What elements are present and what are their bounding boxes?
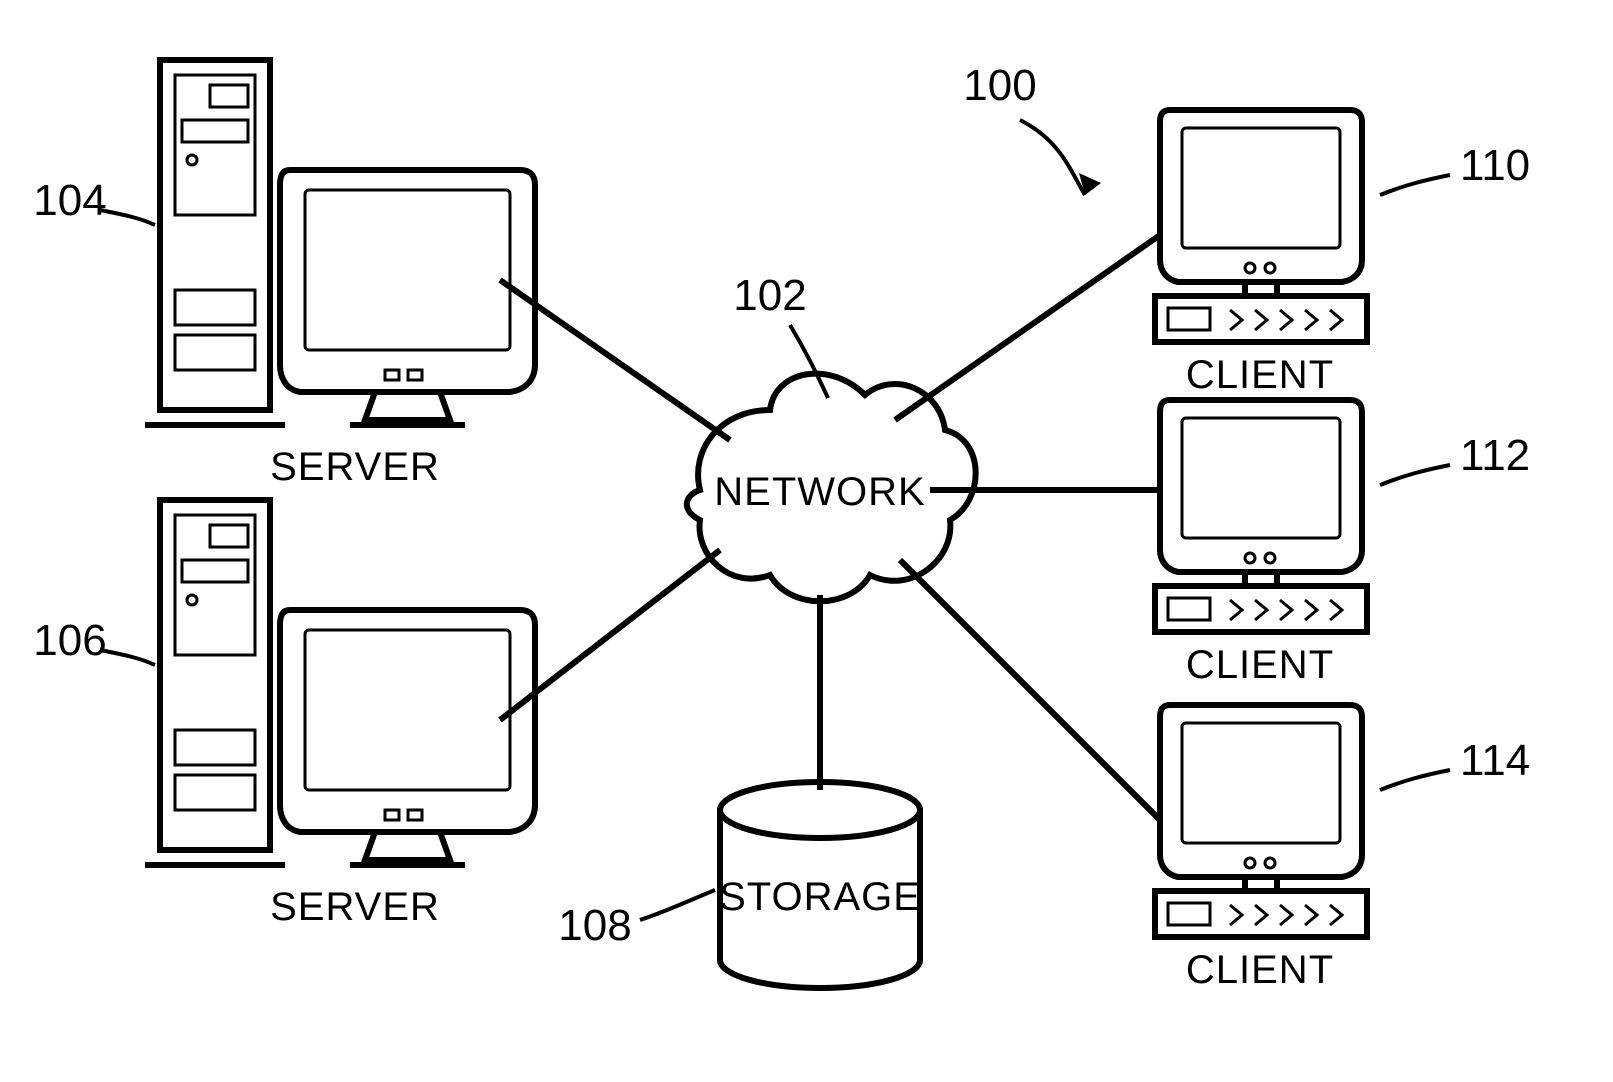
client-2-ref: 112 [1380, 431, 1530, 485]
network-label: NETWORK [714, 470, 925, 514]
client-icon [1155, 705, 1367, 937]
client-node-3: CLIENT [1155, 705, 1367, 992]
client-node-2: CLIENT [1155, 400, 1367, 687]
server-icon [145, 60, 535, 425]
client-3-label: CLIENT [1186, 948, 1334, 992]
svg-text:104: 104 [33, 176, 106, 225]
storage-label: STORAGE [719, 875, 921, 919]
svg-text:114: 114 [1460, 736, 1530, 785]
connections [500, 235, 1160, 820]
server-1-ref: 104 [33, 176, 155, 225]
network-diagram: 100 NETWORK 102 STORAGE 108 [0, 0, 1613, 1082]
client-node-1: CLIENT [1155, 110, 1367, 397]
ref-system: 100 [963, 61, 1101, 195]
storage-node: STORAGE 108 [558, 782, 921, 988]
server-2-label: SERVER [270, 885, 440, 929]
server-node-1: SERVER [145, 60, 535, 489]
network-node: NETWORK 102 [687, 271, 976, 601]
network-ref: 102 [733, 271, 806, 320]
client-3-ref: 114 [1380, 736, 1530, 790]
client-1-ref: 110 [1380, 141, 1530, 195]
client-2-label: CLIENT [1186, 643, 1334, 687]
server-node-2: SERVER [145, 500, 535, 929]
client-1-label: CLIENT [1186, 353, 1334, 397]
server-icon [145, 500, 535, 865]
server-1-label: SERVER [270, 445, 440, 489]
svg-text:112: 112 [1460, 431, 1530, 480]
svg-text:110: 110 [1460, 141, 1530, 190]
storage-ref: 108 [558, 901, 631, 950]
client-icon [1155, 110, 1367, 342]
ref-system-label: 100 [963, 61, 1036, 110]
server-2-ref: 106 [33, 616, 155, 665]
client-icon [1155, 400, 1367, 632]
svg-text:106: 106 [33, 616, 106, 665]
